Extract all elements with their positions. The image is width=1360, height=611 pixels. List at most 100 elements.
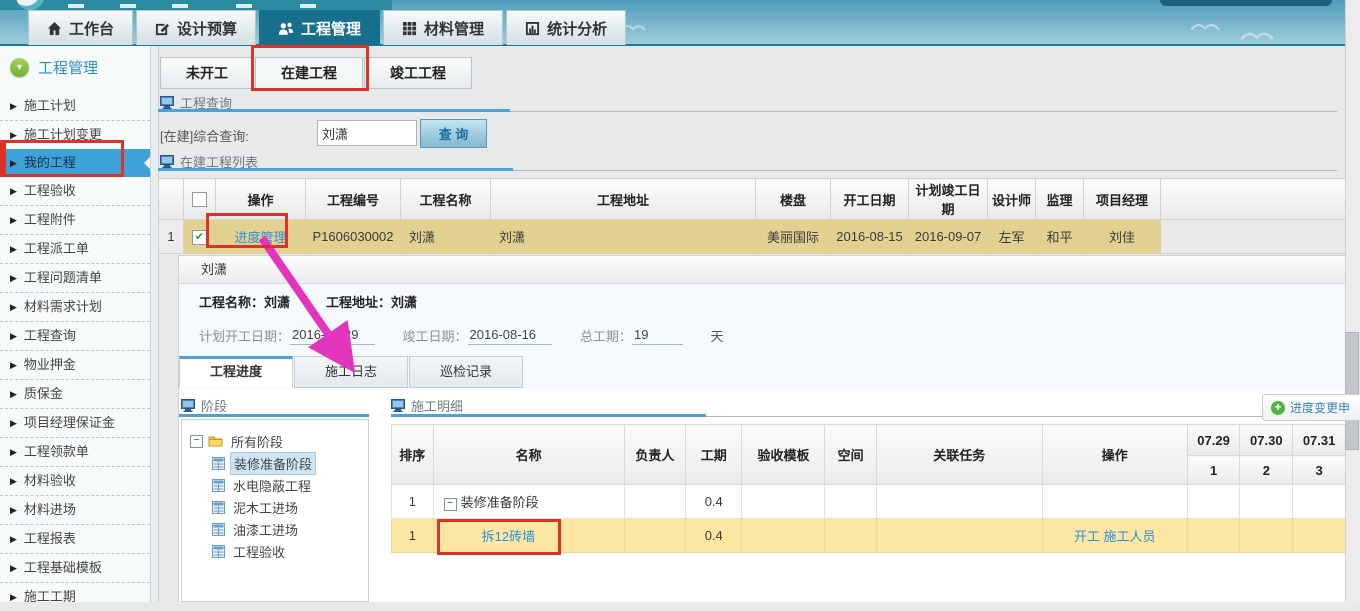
tab-project-progress[interactable]: 工程进度 — [179, 356, 293, 388]
logo-circle-icon — [16, 0, 44, 10]
plan-start-value: 2016-07-29 — [290, 327, 375, 345]
tab-in-progress[interactable]: 在建工程 — [255, 57, 363, 89]
collapse-icon[interactable]: − — [190, 435, 203, 448]
col-duration: 工期 — [686, 425, 742, 485]
col-start: 开工日期 — [831, 179, 909, 220]
app-header: 工作台 设计预算 工程管理 材料管理 统计分析 — [0, 0, 1360, 46]
task-name-link[interactable]: 拆12砖墙 — [482, 529, 535, 544]
stage-tree: − 所有阶段 装修准备阶段 水电隐蔽工程 泥木工进场 油漆工进场 工程验收 — [181, 419, 369, 602]
vertical-scrollbar[interactable] — [1345, 0, 1360, 602]
row-number-header — [159, 179, 184, 220]
select-all-header[interactable] — [184, 179, 216, 220]
col-template: 验收模板 — [742, 425, 825, 485]
finish-value: 2016-08-16 — [468, 327, 553, 345]
nav-tab-material-mgmt[interactable]: 材料管理 — [383, 10, 503, 45]
nav-tab-stats[interactable]: 统计分析 — [506, 10, 626, 45]
tab-construction-log[interactable]: 施工日志 — [294, 356, 408, 388]
tree-root-all-stages[interactable]: − 所有阶段 — [182, 430, 368, 452]
nav-tab-project-mgmt[interactable]: 工程管理 — [259, 10, 380, 45]
grid-node-icon — [212, 523, 225, 536]
col-code: 工程编号 — [306, 179, 401, 220]
tree-node-preparation-stage[interactable]: 装修准备阶段 — [182, 452, 368, 474]
sidebar-item-material-demand[interactable]: ▶材料需求计划 — [0, 292, 150, 321]
sidebar-item-base-template[interactable]: ▶工程基础模板 — [0, 553, 150, 582]
col-estate: 楼盘 — [756, 179, 831, 220]
cell-start: 2016-08-15 — [831, 220, 909, 254]
sidebar-item-issue-list[interactable]: ▶工程问题清单 — [0, 263, 150, 292]
collapse-icon[interactable]: − — [444, 498, 457, 511]
sidebar-item-reports[interactable]: ▶工程报表 — [0, 524, 150, 553]
sidebar-item-pm-guarantee[interactable]: ▶项目经理保证金 — [0, 408, 150, 437]
sidebar-item-label: 工程查询 — [24, 322, 76, 350]
sidebar-item-warranty[interactable]: ▶质保金 — [0, 379, 150, 408]
progress-change-request-button[interactable]: + 进度变更申 — [1262, 394, 1360, 421]
sidebar-item-project-query[interactable]: ▶工程查询 — [0, 321, 150, 350]
sidebar-item-acceptance[interactable]: ▶工程验收 — [0, 177, 150, 205]
scrollbar-thumb[interactable] — [1345, 332, 1359, 450]
cell-day2 — [1240, 485, 1293, 519]
sidebar-splitter[interactable] — [151, 46, 159, 602]
query-input[interactable] — [317, 120, 417, 146]
project-list-table: 操作 工程编号 工程名称 工程地址 楼盘 开工日期 计划竣工日期 设计师 监理 … — [158, 178, 1346, 254]
detail-tabs: 工程进度 施工日志 巡检记录 — [179, 356, 524, 388]
tab-inspection-record[interactable]: 巡检记录 — [409, 356, 523, 388]
sidebar-item-payment-form[interactable]: ▶工程领款单 — [0, 437, 150, 466]
project-status-tabs: 未开工 在建工程 竣工工程 — [160, 57, 473, 89]
bar-chart-icon — [525, 21, 540, 36]
section-construction-detail: 施工明细 — [391, 396, 463, 415]
grid-icon — [402, 21, 417, 36]
tree-node-label: 工程验收 — [230, 541, 288, 562]
sidebar-item-attachments[interactable]: ▶工程附件 — [0, 205, 150, 234]
caret-right-icon: ▶ — [10, 235, 17, 263]
tree-node-project-acceptance[interactable]: 工程验收 — [182, 540, 368, 562]
col-date-0731: 07.31 — [1293, 425, 1346, 456]
caret-right-icon: ▶ — [10, 149, 17, 177]
cell-day3 — [1293, 485, 1346, 519]
plus-icon: + — [1271, 401, 1285, 415]
detail-row-task[interactable]: 1 拆12砖墙 0.4 开工 施工人员 — [392, 519, 1346, 553]
detail-row-stage[interactable]: 1 −装修准备阶段 0.4 — [392, 485, 1346, 519]
sidebar-item-plan-change[interactable]: ▶施工计划变更 — [0, 120, 150, 149]
cell-estate: 美丽国际 — [756, 220, 831, 254]
tree-node-label: 装修准备阶段 — [230, 452, 316, 475]
tab-completed[interactable]: 竣工工程 — [364, 57, 472, 89]
col-name: 工程名称 — [401, 179, 491, 220]
sidebar-item-construction-plan[interactable]: ▶施工计划 — [0, 92, 150, 120]
sidebar-title: ▼ 工程管理 — [0, 46, 150, 88]
sidebar-item-material-acceptance[interactable]: ▶材料验收 — [0, 466, 150, 495]
construction-detail-table: 排序 名称 负责人 工期 验收模板 空间 关联任务 操作 07.29 07.30… — [391, 424, 1346, 553]
chevron-down-icon[interactable]: ▼ — [10, 58, 29, 77]
col-op: 操作 — [1042, 425, 1187, 485]
nav-tab-workbench[interactable]: 工作台 — [28, 10, 133, 45]
cell-owner — [624, 485, 685, 519]
query-button[interactable]: 查 询 — [420, 119, 487, 148]
sidebar-item-property-deposit[interactable]: ▶物业押金 — [0, 350, 150, 379]
tab-not-started[interactable]: 未开工 — [160, 57, 254, 89]
tree-node-carpentry-entry[interactable]: 泥木工进场 — [182, 496, 368, 518]
sidebar-item-my-projects[interactable]: ▶我的工程 — [0, 149, 150, 177]
checkbox-icon[interactable] — [192, 192, 207, 207]
table-row[interactable]: 1 ✔ 进度管理 P1606030002 刘潇 刘潇 美丽国际 2016-08-… — [159, 220, 1346, 254]
cell-code: P1606030002 — [306, 220, 401, 254]
tree-node-label: 所有阶段 — [228, 431, 286, 452]
tree-node-painting-entry[interactable]: 油漆工进场 — [182, 518, 368, 540]
workers-link[interactable]: 施工人员 — [1103, 529, 1155, 544]
nav-tab-design-budget[interactable]: 设计预算 — [136, 10, 256, 45]
start-work-link[interactable]: 开工 — [1074, 529, 1100, 544]
sidebar-item-work-duration[interactable]: ▶施工工期 — [0, 582, 150, 611]
tree-node-plumbing-works[interactable]: 水电隐蔽工程 — [182, 474, 368, 496]
progress-mgmt-link[interactable]: 进度管理 — [234, 230, 286, 245]
checkbox-checked-icon[interactable]: ✔ — [192, 230, 207, 245]
section-underline — [158, 109, 510, 112]
stage-name: 装修准备阶段 — [461, 495, 539, 510]
sidebar-item-material-entry[interactable]: ▶材料进场 — [0, 495, 150, 524]
cell-supervisor: 和平 — [1036, 220, 1084, 254]
sidebar-item-dispatch[interactable]: ▶工程派工单 — [0, 234, 150, 263]
col-order: 排序 — [392, 425, 434, 485]
col-supervisor: 监理 — [1036, 179, 1084, 220]
grid-node-icon — [212, 545, 225, 558]
caret-right-icon: ▶ — [10, 121, 17, 149]
cell-day2 — [1240, 519, 1293, 553]
nav-tab-label: 工作台 — [69, 18, 114, 39]
grid-node-icon — [212, 501, 225, 514]
